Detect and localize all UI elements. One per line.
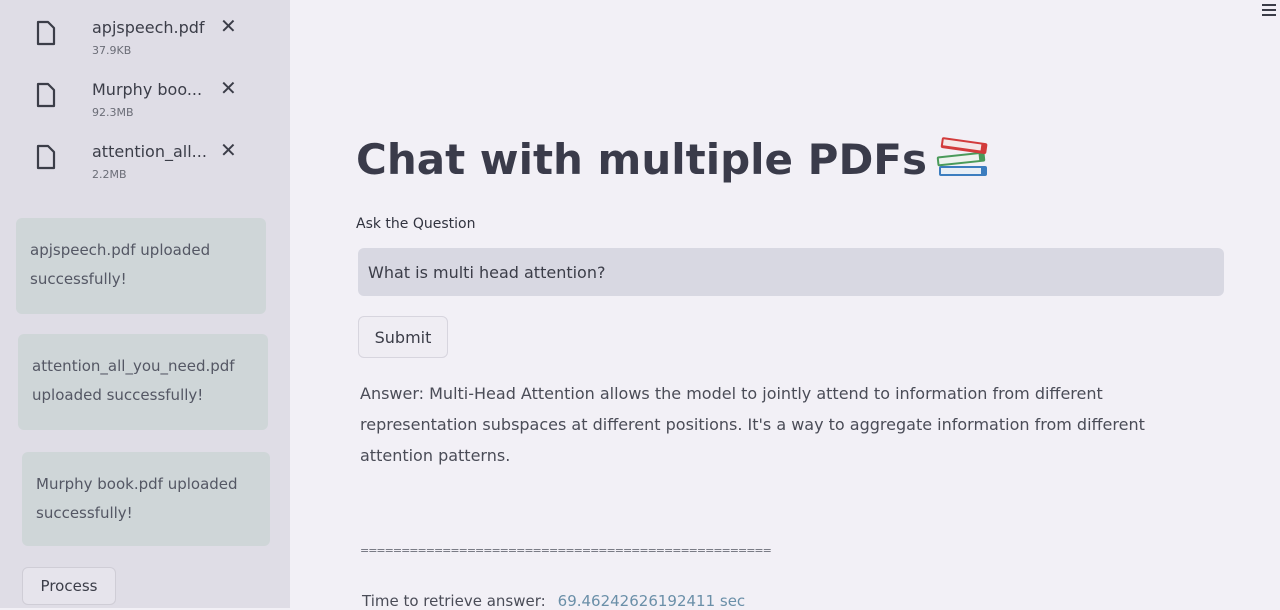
file-size: 92.3MB	[92, 106, 134, 119]
file-icon	[36, 82, 56, 108]
main-content: Chat with multiple PDFs Ask the Question…	[290, 0, 1280, 610]
file-name: apjspeech.pdf	[92, 18, 205, 37]
upload-success-alert: Murphy book.pdf uploaded successfully!	[22, 452, 270, 546]
file-name: attention_all...	[92, 142, 207, 161]
retrieval-time: Time to retrieve answer: 69.4624262619241…	[362, 592, 745, 610]
hamburger-menu-icon[interactable]	[1262, 4, 1276, 18]
remove-file-icon[interactable]: ✕	[220, 78, 237, 98]
divider-line: ========================================…	[360, 544, 772, 557]
answer-text: Answer: Multi-Head Attention allows the …	[360, 384, 1145, 465]
upload-success-alert: apjspeech.pdf uploaded successfully!	[16, 218, 266, 314]
submit-button[interactable]: Submit	[358, 316, 448, 358]
sidebar: apjspeech.pdf 37.9KB ✕ Murphy boo... 92.…	[0, 0, 290, 608]
file-size: 37.9KB	[92, 44, 132, 57]
question-label: Ask the Question	[356, 216, 476, 232]
file-icon	[36, 20, 56, 46]
uploaded-file-item: apjspeech.pdf 37.9KB ✕	[36, 14, 246, 64]
uploaded-file-item: attention_all... 2.2MB ✕	[36, 138, 246, 188]
upload-success-alert: attention_all_you_need.pdf uploaded succ…	[18, 334, 268, 430]
retrieval-time-value: 69.46242626192411 sec	[557, 592, 746, 610]
file-size: 2.2MB	[92, 168, 127, 181]
uploaded-file-item: Murphy boo... 92.3MB ✕	[36, 76, 246, 126]
page-title: Chat with multiple PDFs	[356, 135, 991, 186]
retrieval-time-label: Time to retrieve answer:	[362, 592, 546, 610]
file-icon	[36, 144, 56, 170]
question-input[interactable]	[358, 248, 1224, 296]
page-title-text: Chat with multiple PDFs	[356, 135, 927, 184]
remove-file-icon[interactable]: ✕	[220, 140, 237, 160]
process-button[interactable]: Process	[22, 567, 116, 605]
file-name: Murphy boo...	[92, 80, 203, 99]
remove-file-icon[interactable]: ✕	[220, 16, 237, 36]
books-icon	[936, 136, 988, 176]
